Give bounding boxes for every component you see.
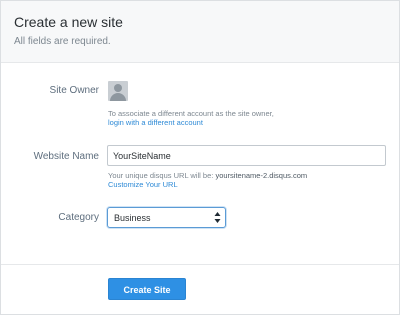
avatar-icon: [108, 81, 128, 101]
create-site-button[interactable]: Create Site: [108, 278, 186, 300]
up-down-chevron-icon: [214, 212, 221, 223]
category-selected-value: Business: [114, 213, 151, 223]
customize-url-link[interactable]: Customize Your URL: [108, 180, 178, 189]
disqus-url-help-text: Your unique disqus URL will be: yoursite…: [108, 171, 307, 180]
footer-divider: [1, 264, 399, 265]
category-select[interactable]: Business: [107, 207, 226, 228]
website-name-label: Website Name: [33, 151, 99, 162]
login-different-account-link[interactable]: login with a different account: [108, 118, 203, 127]
site-owner-help-text: To associate a different account as the …: [108, 109, 274, 118]
avatar-body-shape: [110, 93, 126, 101]
page-subtitle: All fields are required.: [14, 36, 111, 47]
panel-header: Create a new site All fields are require…: [1, 1, 399, 63]
website-name-input[interactable]: [107, 145, 386, 166]
site-owner-label: Site Owner: [49, 85, 99, 96]
disqus-url-value: yoursitename-2.disqus.com: [215, 171, 308, 180]
create-site-panel: Create a new site All fields are require…: [0, 0, 400, 315]
avatar-head-shape: [114, 84, 122, 92]
category-label: Category: [58, 212, 99, 223]
page-title: Create a new site: [14, 14, 123, 30]
disqus-url-prefix: Your unique disqus URL will be:: [108, 171, 216, 180]
